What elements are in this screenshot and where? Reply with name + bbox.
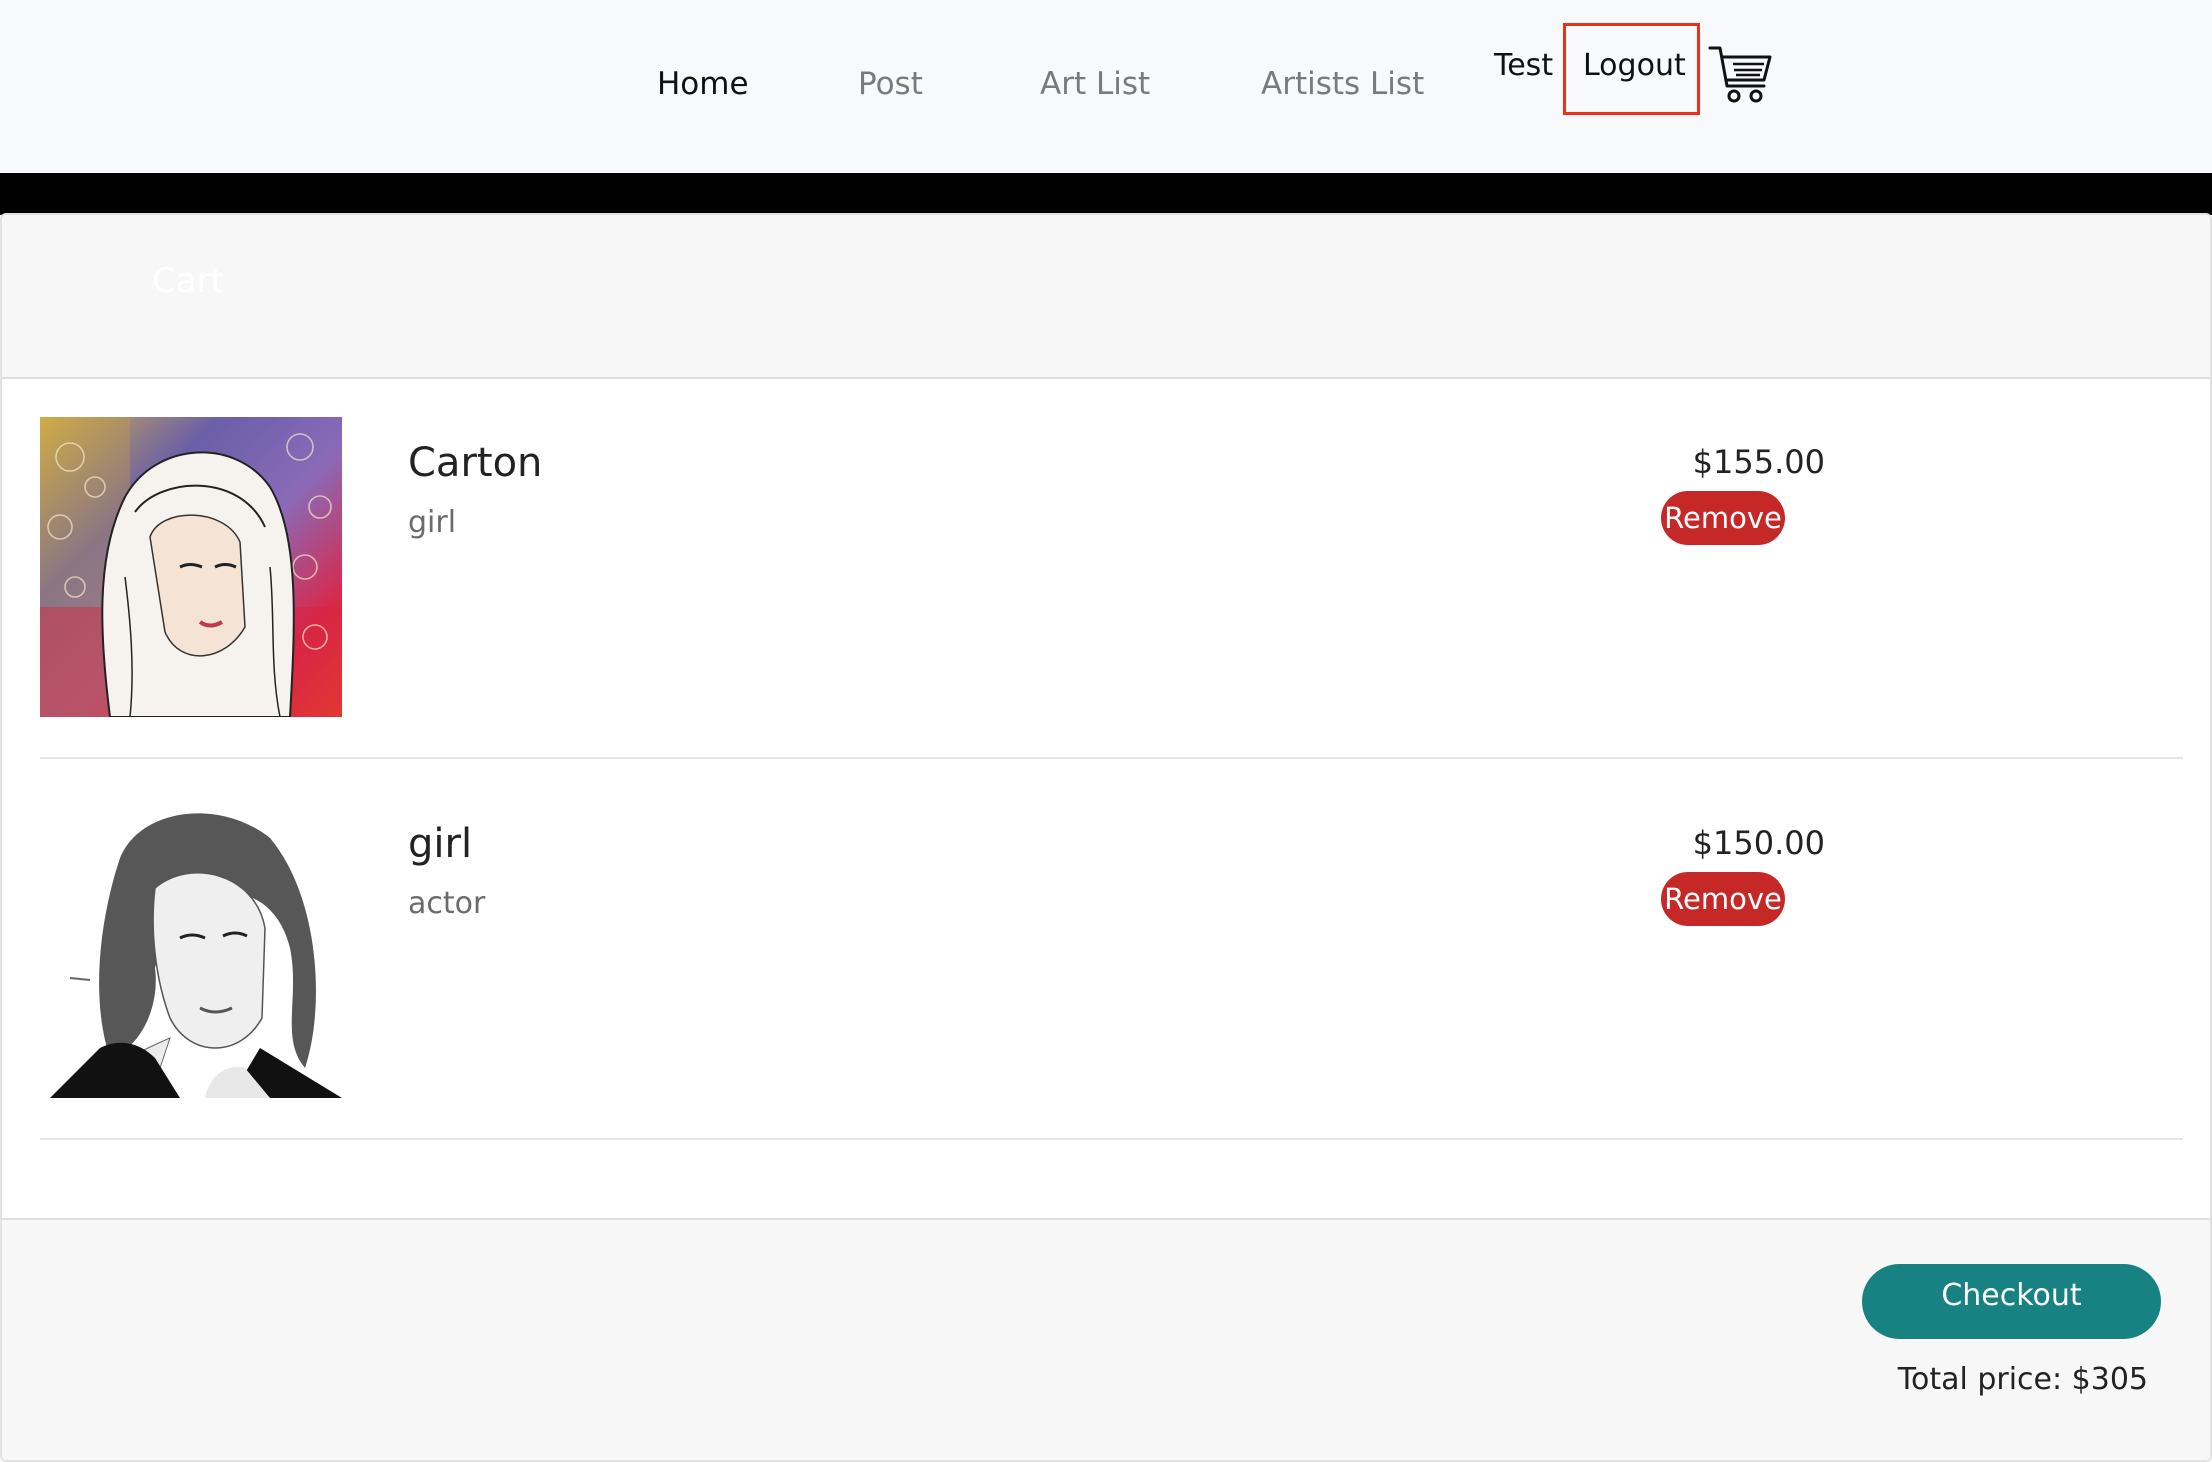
cart-item: Carton girl $155.00 Remove (40, 379, 2183, 759)
remove-button[interactable]: Remove (1661, 872, 1785, 926)
cart-link[interactable] (1708, 44, 1774, 106)
checkout-button[interactable]: Checkout (1862, 1264, 2161, 1339)
shopping-cart-icon (1708, 46, 1772, 103)
nav-post-link[interactable]: Post (858, 64, 923, 104)
remove-button[interactable]: Remove (1661, 491, 1785, 545)
item-price: $155.00 (1692, 443, 1825, 481)
logout-label: Logout (1583, 48, 1686, 83)
total-price: Total price: $305 (1897, 1362, 2148, 1397)
cart-title: Cart (152, 261, 224, 301)
artwork-thumbnail-carton (40, 417, 342, 717)
item-description: girl (408, 505, 457, 540)
item-description: actor (408, 886, 486, 921)
artwork-thumbnail-girl (40, 798, 342, 1098)
cart-card: Cart Carton girl $155.00 Remove girl act… (0, 213, 2212, 1462)
cart-footer: Checkout Total price: $305 (2, 1218, 2210, 1460)
logout-link[interactable]: Logout (1563, 23, 1700, 115)
nav-art-list-link[interactable]: Art List (1040, 64, 1150, 104)
item-name: Carton (408, 440, 543, 486)
item-name: girl (408, 821, 473, 867)
cart-header: Cart (2, 215, 2210, 379)
user-name: Test (1494, 48, 1554, 83)
top-navbar: Home Post Art List Artists List Test Log… (0, 0, 2212, 173)
header-divider-bar (0, 173, 2212, 215)
nav-home-link[interactable]: Home (657, 64, 749, 104)
cart-item: girl actor $150.00 Remove (40, 760, 2183, 1140)
nav-artists-list-link[interactable]: Artists List (1261, 64, 1424, 104)
item-price: $150.00 (1692, 824, 1825, 862)
